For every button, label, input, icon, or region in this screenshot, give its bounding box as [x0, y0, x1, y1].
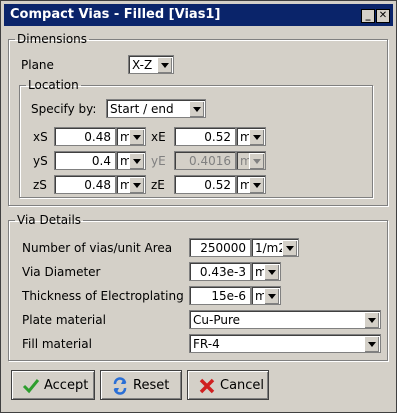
plane-value: X-Z — [132, 58, 153, 72]
zs-input[interactable]: 0.48 — [54, 175, 116, 194]
num-vias-input[interactable]: 250000 — [189, 238, 251, 257]
via-diameter-input[interactable]: 0.43e-3 — [189, 262, 251, 281]
xe-unit-select[interactable]: m — [236, 127, 266, 146]
specify-by-value: Start / end — [110, 102, 174, 116]
accept-button[interactable]: Accept — [11, 370, 95, 400]
xe-input[interactable]: 0.52 — [174, 127, 236, 146]
plate-material-label: Plate material — [22, 313, 106, 327]
title-bar[interactable]: Compact Vias - Filled [Vias1] _ ✕ — [4, 4, 393, 26]
specify-by-label: Specify by: — [31, 102, 97, 116]
ye-label: yE — [151, 154, 166, 168]
fill-material-label: Fill material — [22, 337, 92, 351]
fill-material-select[interactable]: FR-4 — [189, 334, 381, 353]
chevron-down-icon[interactable] — [249, 129, 264, 145]
reset-label: Reset — [133, 378, 170, 393]
via-diameter-unit-select[interactable]: m — [251, 262, 281, 281]
dialog-window: Compact Vias - Filled [Vias1] _ ✕ Dimens… — [0, 0, 397, 413]
via-details-legend: Via Details — [17, 213, 82, 227]
location-legend: Location — [28, 78, 79, 92]
cancel-label: Cancel — [220, 378, 265, 393]
xs-unit-select[interactable]: m — [116, 127, 146, 146]
thickness-input[interactable]: 15e-6 — [189, 286, 251, 305]
chevron-down-icon[interactable] — [129, 177, 144, 193]
reset-icon — [113, 377, 127, 395]
window-title: Compact Vias - Filled [Vias1] — [10, 7, 221, 22]
ze-label: zE — [151, 178, 165, 192]
chevron-down-icon[interactable] — [264, 264, 279, 280]
plate-material-value: Cu-Pure — [193, 313, 240, 327]
xs-label: xS — [33, 130, 48, 144]
plane-select[interactable]: X-Z — [128, 55, 174, 74]
minimize-icon[interactable]: _ — [361, 9, 375, 23]
ze-input[interactable]: 0.52 — [174, 175, 236, 194]
chevron-down-icon[interactable] — [282, 240, 297, 256]
fill-material-value: FR-4 — [193, 337, 220, 351]
chevron-down-icon[interactable] — [157, 57, 172, 73]
chevron-down-icon[interactable] — [129, 153, 144, 169]
ys-input[interactable]: 0.4 — [54, 151, 116, 170]
accept-label: Accept — [44, 378, 89, 393]
zs-unit-select[interactable]: m — [116, 175, 146, 194]
xe-label: xE — [151, 130, 166, 144]
cancel-button[interactable]: Cancel — [187, 370, 269, 400]
reset-button[interactable]: Reset — [100, 370, 182, 400]
num-vias-unit-select[interactable]: 1/m2 — [251, 238, 299, 257]
close-icon[interactable]: ✕ — [376, 9, 390, 23]
zs-label: zS — [33, 178, 47, 192]
chevron-down-icon[interactable] — [264, 288, 279, 304]
chevron-down-icon[interactable] — [249, 177, 264, 193]
via-diameter-label: Via Diameter — [22, 265, 101, 279]
plane-label: Plane — [21, 58, 54, 72]
plate-material-select[interactable]: Cu-Pure — [189, 310, 381, 329]
ys-unit-select[interactable]: m — [116, 151, 146, 170]
thickness-label: Thickness of Electroplating — [22, 289, 184, 303]
ye-input: 0.4016 — [174, 151, 236, 170]
specify-by-select[interactable]: Start / end — [106, 99, 206, 118]
chevron-down-icon[interactable] — [129, 129, 144, 145]
ye-unit-select: m — [236, 151, 266, 170]
chevron-down-icon[interactable] — [364, 312, 379, 328]
check-icon — [22, 379, 40, 394]
chevron-down-icon[interactable] — [364, 336, 379, 352]
thickness-unit-select[interactable]: m — [251, 286, 281, 305]
num-vias-label: Number of vias/unit Area — [22, 241, 173, 255]
xs-input[interactable]: 0.48 — [54, 127, 116, 146]
ze-unit-select[interactable]: m — [236, 175, 266, 194]
chevron-down-icon — [249, 153, 264, 169]
dimensions-legend: Dimensions — [17, 32, 88, 46]
ys-label: yS — [33, 154, 48, 168]
cancel-x-icon — [199, 378, 215, 394]
chevron-down-icon[interactable] — [189, 101, 204, 117]
